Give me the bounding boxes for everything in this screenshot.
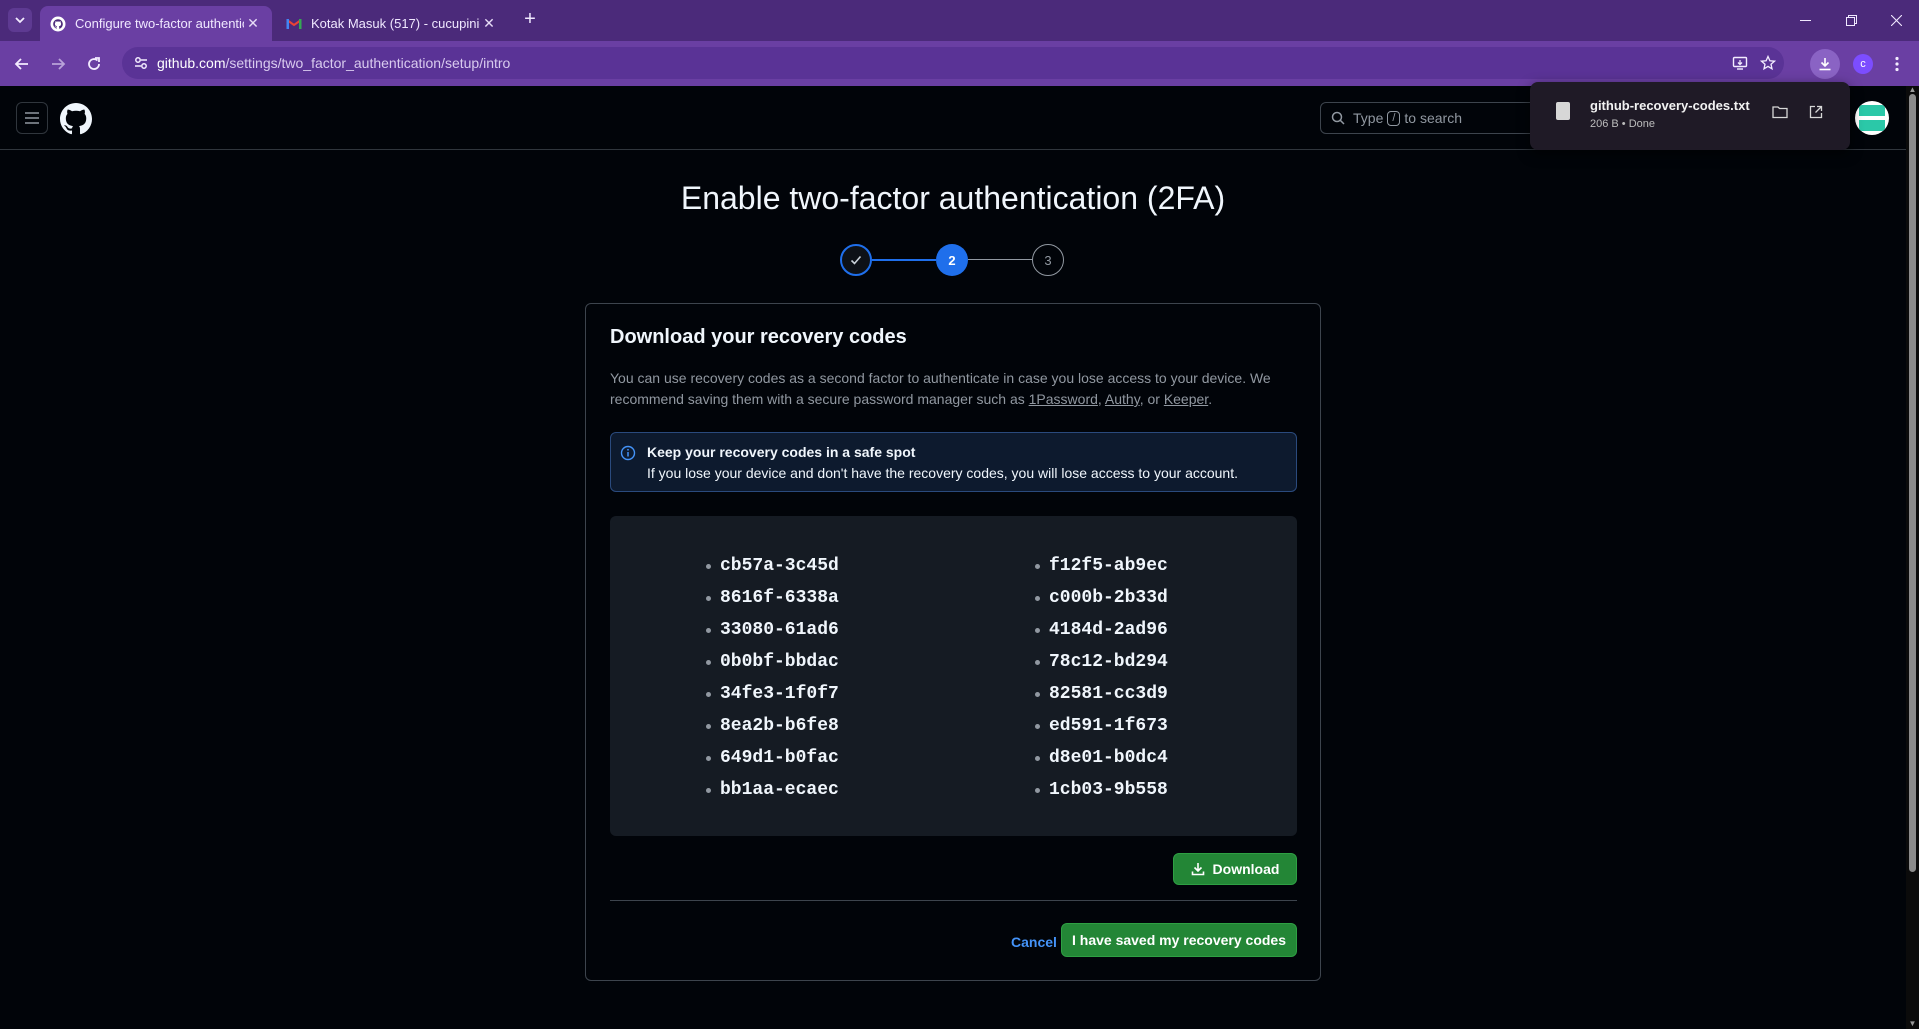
notice-body: If you lose your device and don't have t…: [647, 465, 1238, 481]
card-title: Download your recovery codes: [610, 326, 907, 348]
reload-icon[interactable]: [80, 50, 108, 78]
recovery-code: cb57a-3c45d: [706, 550, 839, 582]
recovery-code: f12f5-ab9ec: [1035, 550, 1168, 582]
minimize-icon[interactable]: [1782, 0, 1828, 41]
open-file-icon[interactable]: [1804, 100, 1828, 124]
download-label: Download: [1212, 861, 1280, 877]
url-text[interactable]: github.com/settings/two_factor_authentic…: [157, 55, 510, 71]
codes-column-left: cb57a-3c45d 8616f-6338a 33080-61ad6 0b0b…: [706, 550, 839, 806]
card-description: You can use recovery codes as a second f…: [610, 370, 1271, 407]
downloads-bubble: github-recovery-codes.txt 206 B • Done: [1530, 82, 1850, 150]
page-scrollbar[interactable]: ▲ ▼: [1906, 86, 1919, 1029]
downloads-icon[interactable]: [1810, 49, 1840, 79]
show-in-folder-icon[interactable]: [1768, 100, 1792, 124]
browser-menu-icon[interactable]: [1882, 49, 1912, 79]
link-keeper[interactable]: Keeper: [1164, 391, 1208, 407]
divider: [610, 900, 1297, 901]
github-logo-icon[interactable]: [60, 103, 92, 135]
search-prefix: Type: [1353, 110, 1384, 126]
recovery-code: 8616f-6338a: [706, 582, 839, 614]
step-connector: [968, 259, 1032, 260]
recovery-code: d8e01-b0dc4: [1035, 742, 1168, 774]
recovery-code: ed591-1f673: [1035, 710, 1168, 742]
open-global-nav-button[interactable]: [16, 102, 48, 134]
recovery-code: 78c12-bd294: [1035, 646, 1168, 678]
recovery-code: 649d1-b0fac: [706, 742, 839, 774]
link-1password[interactable]: 1Password: [1029, 391, 1098, 407]
close-window-icon[interactable]: [1873, 0, 1919, 41]
new-tab-button[interactable]: +: [518, 8, 542, 32]
site-settings-icon[interactable]: [132, 54, 150, 72]
search-suffix: to search: [1404, 110, 1463, 126]
search-input[interactable]: Type / to search: [1320, 102, 1540, 134]
saved-recovery-codes-button[interactable]: I have saved my recovery codes: [1061, 923, 1297, 957]
restore-icon[interactable]: [1828, 0, 1874, 41]
recovery-codes-card: Download your recovery codes You can use…: [585, 303, 1321, 981]
back-icon[interactable]: [8, 50, 36, 78]
tab-title: Kotak Masuk (517) - cucupinidi: [311, 16, 480, 31]
close-tab-icon[interactable]: ✕: [480, 15, 498, 32]
download-icon: [1191, 863, 1204, 876]
browser-toolbar: github.com/settings/two_factor_authentic…: [0, 41, 1919, 86]
recovery-code: 0b0bf-bbdac: [706, 646, 839, 678]
recovery-code: 8ea2b-b6fe8: [706, 710, 839, 742]
tab-search-button[interactable]: [8, 8, 32, 32]
tab-gmail[interactable]: Kotak Masuk (517) - cucupinidi ✕: [276, 6, 508, 41]
file-icon: [1556, 102, 1570, 120]
profile-avatar[interactable]: c: [1853, 54, 1873, 74]
chevron-down-icon: [15, 17, 25, 24]
browser-tab-strip: Configure two-factor authentic ✕ Kotak M…: [0, 0, 1919, 41]
bookmark-star-icon[interactable]: [1758, 53, 1778, 73]
recovery-code: c000b-2b33d: [1035, 582, 1168, 614]
download-status: 206 B • Done: [1590, 118, 1656, 130]
check-icon: [850, 255, 862, 265]
page-title: Enable two-factor authentication (2FA): [680, 180, 1226, 216]
scrollbar-thumb[interactable]: [1909, 94, 1916, 872]
install-app-icon[interactable]: [1730, 53, 1750, 73]
recovery-code: bb1aa-ecaec: [706, 774, 839, 806]
step-3-todo: 3: [1032, 244, 1064, 276]
github-icon: [50, 16, 66, 32]
tab-title: Configure two-factor authentic: [75, 16, 244, 31]
description-or: , or: [1139, 391, 1160, 407]
link-authy[interactable]: Authy: [1105, 391, 1140, 407]
recovery-code: 34fe3-1f0f7: [706, 678, 839, 710]
codes-column-right: f12f5-ab9ec c000b-2b33d 4184d-2ad96 78c1…: [1035, 550, 1168, 806]
notice-title: Keep your recovery codes in a safe spot: [647, 444, 916, 460]
info-icon: [620, 445, 636, 461]
url-host: github.com: [157, 55, 226, 71]
gmail-icon: [286, 16, 302, 32]
safe-spot-notice: Keep your recovery codes in a safe spot …: [610, 432, 1297, 492]
progress-stepper: 2 3: [840, 244, 1064, 276]
scroll-down-icon[interactable]: ▼: [1908, 1020, 1917, 1028]
address-bar[interactable]: github.com/settings/two_factor_authentic…: [122, 47, 1784, 79]
download-button[interactable]: Download: [1173, 853, 1297, 885]
tab-github-2fa[interactable]: Configure two-factor authentic ✕: [40, 6, 272, 41]
forward-icon[interactable]: [44, 50, 72, 78]
step-1-complete: [840, 244, 872, 276]
step-connector: [872, 259, 936, 261]
search-shortcut-key: /: [1387, 110, 1401, 126]
scroll-up-icon[interactable]: ▲: [1908, 86, 1917, 94]
url-path: /settings/two_factor_authentication/setu…: [225, 55, 511, 71]
close-tab-icon[interactable]: ✕: [244, 15, 262, 32]
recovery-code: 1cb03-9b558: [1035, 774, 1168, 806]
step-2-current: 2: [936, 244, 968, 276]
recovery-code: 33080-61ad6: [706, 614, 839, 646]
search-icon: [1331, 111, 1345, 125]
recovery-code: 82581-cc3d9: [1035, 678, 1168, 710]
recovery-code: 4184d-2ad96: [1035, 614, 1168, 646]
download-filename[interactable]: github-recovery-codes.txt: [1590, 98, 1750, 113]
recovery-codes-box: cb57a-3c45d 8616f-6338a 33080-61ad6 0b0b…: [610, 516, 1297, 836]
hamburger-icon: [25, 112, 39, 124]
user-avatar[interactable]: [1855, 101, 1889, 135]
